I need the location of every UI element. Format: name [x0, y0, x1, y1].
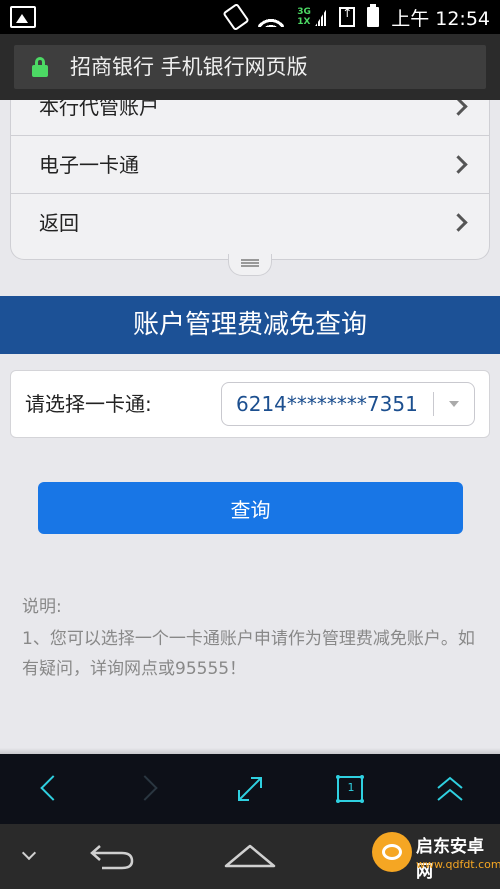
signal-icon: 3G 1X	[297, 6, 328, 28]
notes-body: 1、您可以选择一个一卡通账户申请作为管理费减免账户。如有疑问，详询网点或9555…	[22, 629, 475, 679]
menu-item-label: 本行代管账户	[39, 100, 159, 119]
rotation-icon	[222, 2, 250, 32]
menu-item-e-card[interactable]: 电子一卡通	[11, 136, 489, 194]
card-select-dropdown[interactable]: 6214********7351	[221, 382, 475, 426]
home-icon[interactable]	[222, 842, 278, 870]
address-bar[interactable]: 招商银行 手机银行网页版	[14, 45, 486, 89]
notes: 说明: 1、您可以选择一个一卡通账户申请作为管理费减免账户。如有疑问，详询网点或…	[22, 592, 482, 684]
menu-item-label: 返回	[39, 211, 79, 235]
browser-back-button[interactable]	[0, 754, 100, 824]
card-select-row: 请选择一卡通: 6214********7351	[10, 370, 490, 438]
dropdown-divider	[433, 392, 434, 416]
selected-card-number: 6214********7351	[236, 392, 418, 416]
back-icon[interactable]	[88, 842, 136, 870]
fullscreen-button[interactable]	[200, 754, 300, 824]
browser-title-bar: 招商银行 手机银行网页版	[0, 34, 500, 100]
fullscreen-icon	[238, 777, 262, 801]
gallery-icon	[10, 6, 36, 28]
scroll-up-button[interactable]	[400, 754, 500, 824]
dropdown-arrow-icon	[449, 401, 459, 407]
wifi-icon	[257, 7, 286, 27]
watermark-logo-icon	[372, 832, 412, 872]
menu-list: 本行代管账户 电子一卡通 返回	[10, 100, 490, 260]
clock: 上午 12:54	[391, 7, 490, 30]
lock-icon	[32, 57, 48, 77]
tabs-button[interactable]: 1	[300, 754, 400, 824]
menu-item-label: 电子一卡通	[39, 153, 139, 177]
query-button[interactable]: 查询	[38, 482, 463, 534]
network-type-bottom: 1X	[297, 17, 311, 27]
browser-forward-button[interactable]	[100, 754, 200, 824]
chevron-right-icon	[449, 100, 468, 116]
menu-item-managed-accounts[interactable]: 本行代管账户	[11, 100, 489, 136]
sim-icon	[339, 6, 356, 27]
status-bar: 3G 1X 上午 12:54	[0, 0, 500, 34]
tab-count: 1	[347, 781, 355, 794]
browser-toolbar: 1	[0, 754, 500, 824]
watermark-url: www.qdfdt.com	[416, 858, 500, 871]
chevron-down-icon[interactable]	[21, 845, 37, 861]
menu-item-back[interactable]: 返回	[11, 194, 489, 252]
section-header: 账户管理费减免查询	[0, 296, 500, 354]
page-title: 招商银行 手机银行网页版	[70, 55, 308, 79]
menu-handle-icon	[241, 259, 259, 267]
card-select-label: 请选择一卡通:	[25, 392, 152, 416]
double-chevron-up-icon	[437, 776, 463, 801]
status-icons: 3G 1X 上午 12:54	[222, 0, 490, 34]
menu-collapse-handle[interactable]	[228, 254, 272, 276]
chevron-right-icon	[449, 213, 468, 232]
notes-title: 说明:	[22, 597, 62, 617]
watermark: 启东安卓网 www.qdfdt.com	[372, 826, 500, 884]
chevron-right-icon	[449, 155, 468, 174]
watermark-name: 启东安卓网	[416, 837, 484, 882]
battery-icon	[367, 4, 380, 27]
network-type-top: 3G	[297, 7, 311, 17]
